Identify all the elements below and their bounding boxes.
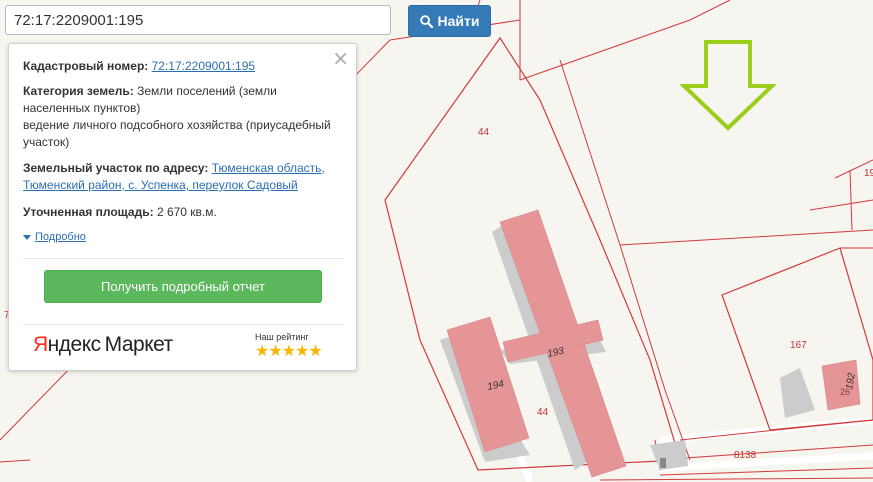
- divider: [23, 258, 344, 259]
- parcel-label-19: 19: [864, 168, 873, 179]
- star-rating-icon: ★★★★★: [255, 341, 323, 360]
- parcel-label-167: 167: [790, 340, 807, 351]
- land-usage-value-1: ведение личного подсобного хозяйства (пр…: [23, 118, 331, 132]
- address-label: Земельный участок по адресу:: [23, 161, 209, 175]
- land-category-row: Категория земель: Земли поселений (земли…: [23, 83, 341, 151]
- yandex-market-logo[interactable]: Яндекс Маркет: [33, 333, 173, 357]
- address-link-1[interactable]: Тюменская область,: [212, 161, 325, 175]
- get-report-button[interactable]: Получить подробный отчет: [44, 270, 322, 303]
- search-button-label: Найти: [437, 13, 480, 29]
- search-icon: [419, 14, 433, 28]
- details-toggle[interactable]: Подробно: [23, 231, 86, 243]
- parcel-label-44: 44: [478, 127, 490, 138]
- yandex-logo-market: Маркет: [104, 333, 174, 356]
- cadastral-number-link[interactable]: 72:17:2209001:195: [152, 59, 255, 73]
- map-marker-small: [660, 458, 666, 468]
- caret-down-icon: [23, 234, 31, 240]
- yandex-logo-rest: ндекс: [47, 333, 101, 356]
- yandex-logo-first-letter: Я: [33, 333, 48, 356]
- address-link-2[interactable]: Тюменский район, с. Успенка, переулок Са…: [23, 178, 298, 192]
- land-category-value-2: населенных пунктов): [23, 101, 141, 115]
- land-usage-value-2: участок): [23, 135, 70, 149]
- cadastral-number-label: Кадастровый номер:: [23, 59, 149, 73]
- search-button[interactable]: Найти: [408, 5, 491, 37]
- road-label-8138: 8138: [734, 450, 757, 461]
- divider: [23, 324, 344, 325]
- details-label: Подробно: [35, 231, 86, 243]
- area-value: 2 670 кв.м.: [156, 205, 217, 219]
- area-row: Уточненная площадь: 2 670 кв.м.: [23, 204, 341, 221]
- parcel-info-popup: × Кадастровый номер: 72:17:2209001:195 К…: [8, 43, 357, 371]
- parcel-label-44: 44: [537, 407, 549, 418]
- address-row: Земельный участок по адресу: Тюменская о…: [23, 160, 341, 194]
- land-category-value-1: Земли поселений (земли: [137, 84, 277, 98]
- rating-widget[interactable]: Наш рейтинг ★★★★★: [255, 332, 323, 360]
- area-label: Уточненная площадь:: [23, 205, 154, 219]
- land-category-label: Категория земель:: [23, 84, 134, 98]
- search-input[interactable]: [5, 5, 391, 35]
- cadastral-number-row: Кадастровый номер: 72:17:2209001:195: [23, 58, 341, 75]
